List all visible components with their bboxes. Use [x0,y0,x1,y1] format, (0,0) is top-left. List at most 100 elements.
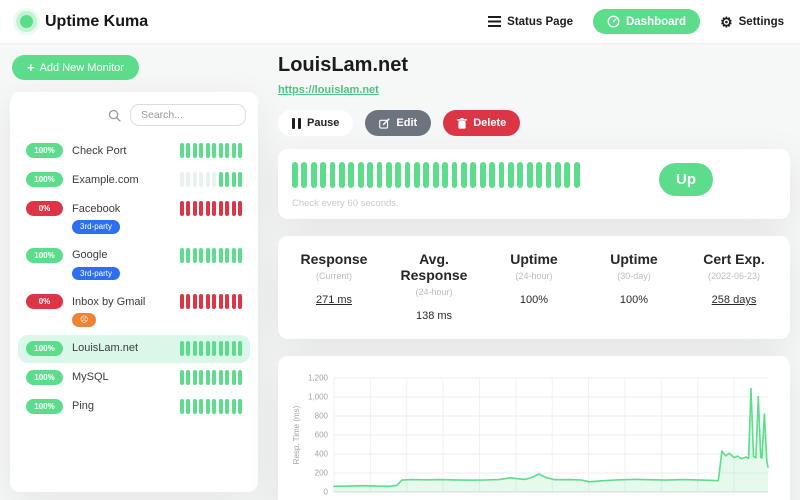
heartbeat-beat [367,162,373,188]
heartbeat-beat [480,162,486,188]
heartbeat-beat [555,162,561,188]
monitor-list-item[interactable]: 0% Facebook 3rd-party [18,195,250,241]
stat-label: Avg. Response [384,251,484,283]
heartbeat-beat [546,162,552,188]
heartbeat-beat [199,201,203,216]
monitor-list-item[interactable]: 100% LouisLam.net [18,335,250,363]
pause-button[interactable]: Pause [278,110,353,136]
monitor-list-item[interactable]: 0% Inbox by Gmail ☹ [18,288,250,334]
stat-subtitle: (Current) [284,271,384,281]
heartbeat-beat [193,143,197,158]
heartbeat-beat [212,370,216,385]
stat-subtitle: (30-day) [584,271,684,281]
stat-value[interactable]: 271 ms [284,294,384,306]
heartbeat-beat [238,370,242,385]
heartbeat-beat [395,162,401,188]
heartbeat-beat [199,341,203,356]
trash-icon [457,118,467,129]
heartbeat-beat [386,162,392,188]
monitor-name: Facebook [72,203,171,215]
uptime-percent-badge: 100% [26,172,63,187]
check-interval-text: Check every 60 seconds. [292,198,596,209]
monitor-name: Example.com [72,174,171,186]
nav-status-page[interactable]: Status Page [488,16,573,28]
search-input[interactable] [130,104,246,126]
svg-text:Resp. Time (ms): Resp. Time (ms) [292,405,301,464]
monitor-list-item[interactable]: 100% Google 3rd-party [18,242,250,288]
uptime-percent-badge: 100% [26,399,63,414]
heartbeat-beat [414,162,420,188]
app-brand[interactable]: Uptime Kuma [16,11,148,32]
heartbeat-beat [574,162,580,188]
monitor-detail-panel: LouisLam.net https://louislam.net Pause … [278,52,790,492]
status-badge: Up [659,163,713,196]
heartbeat-beat [527,162,533,188]
heartbeat-beat [564,162,570,188]
heartbeat-beat [536,162,542,188]
heartbeat-beat [180,370,184,385]
nav-settings[interactable]: ⚙ Settings [720,15,784,29]
stat-value: 138 ms [384,310,484,322]
uptime-percent-badge: 100% [26,143,63,158]
nav-dashboard-label: Dashboard [626,16,686,28]
heartbeat-beat [180,294,184,309]
heartbeat-beat [433,162,439,188]
heartbeat-beat [219,201,223,216]
svg-text:800: 800 [315,412,329,421]
heartbeat-beat [199,248,203,263]
heartbeat-beat [193,248,197,263]
heartbeat-beat [212,143,216,158]
heartbeat-beat [199,399,203,414]
delete-button[interactable]: Delete [443,110,520,136]
monitor-heartbeat-bars [180,201,243,216]
monitor-tag: ☹ [72,313,96,327]
monitor-name: Check Port [72,145,171,157]
heartbeat-beat [193,172,197,187]
monitor-url-link[interactable]: https://louislam.net [278,84,379,96]
monitor-title: LouisLam.net [278,54,790,77]
edit-button[interactable]: Edit [365,110,431,136]
heartbeat-beat [199,370,203,385]
heartbeat-beat [405,162,411,188]
sidebar: + Add New Monitor 100% Check Port 100 [10,52,258,492]
heartbeat-beat [377,162,383,188]
monitor-list-item[interactable]: 100% Example.com [18,166,250,194]
stat-value[interactable]: 258 days [684,294,784,306]
uptime-percent-badge: 0% [26,201,63,216]
monitor-name: Google [72,249,171,261]
monitor-list-item[interactable]: 100% Ping [18,393,250,421]
pause-button-label: Pause [307,117,339,129]
search-row [16,102,252,136]
heartbeat-beat [206,201,210,216]
nav-dashboard[interactable]: Dashboard [593,9,700,34]
heartbeat-card: Check every 60 seconds. Up [278,149,790,219]
monitor-list-item[interactable]: 100% MySQL [18,364,250,392]
heartbeat-beat [232,172,236,187]
monitor-tag: 3rd-party [72,267,120,281]
app-header: Uptime Kuma Status Page Dashboard ⚙ Sett… [0,0,800,44]
heartbeat-beat [212,399,216,414]
add-new-monitor-button[interactable]: + Add New Monitor [12,55,139,80]
heartbeat-beat [180,399,184,414]
stat-block: Cert Exp. (2022-06-23) 258 days [684,251,784,322]
svg-text:1,000: 1,000 [308,393,329,402]
uptime-percent-badge: 0% [26,294,63,309]
heartbeat-beat [193,370,197,385]
heartbeat-beat [225,201,229,216]
heartbeat-beat [292,162,298,188]
stat-label: Uptime [584,251,684,267]
edit-button-label: Edit [396,117,417,129]
list-lines-icon [488,16,501,27]
heartbeat-beat [358,162,364,188]
monitor-name: Ping [72,400,171,412]
heartbeat-beat [206,143,210,158]
heartbeat-beat [212,341,216,356]
stat-subtitle: (24-hour) [384,287,484,297]
response-time-chart[interactable]: 02004006008001,0001,20016:1316:4317:1317… [286,366,778,500]
monitor-list-item[interactable]: 100% Check Port [18,137,250,165]
heartbeat-beat [238,399,242,414]
plus-icon: + [27,61,35,74]
heartbeat-beat [180,143,184,158]
monitor-actions: Pause Edit Delete [278,110,790,136]
heartbeat-beat [423,162,429,188]
